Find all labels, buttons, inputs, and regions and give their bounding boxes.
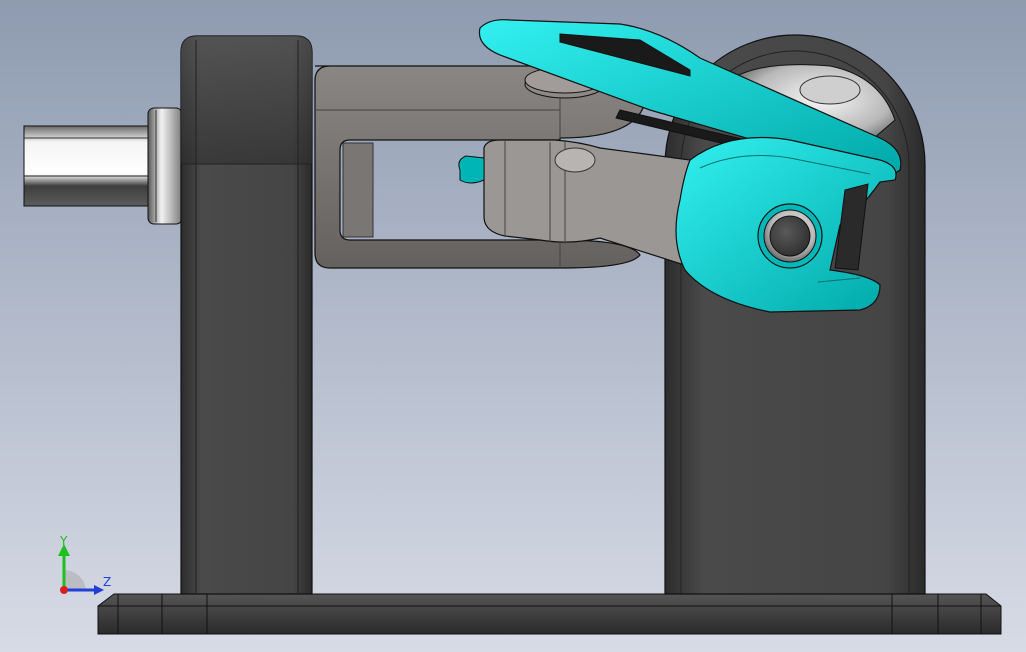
triad-x-axis-dot [60, 586, 68, 594]
model-view-canvas[interactable]: Y Z [0, 0, 1026, 652]
output-yoke-cyan[interactable] [675, 136, 897, 313]
base-plate[interactable] [97, 593, 1002, 635]
left-support-pillar[interactable] [180, 35, 313, 595]
graphics-viewport[interactable]: Y Z [0, 0, 1026, 652]
input-shaft[interactable] [23, 125, 153, 207]
triad-z-label: Z [103, 575, 111, 589]
shaft-collar[interactable] [147, 107, 183, 225]
triad-y-label: Y [59, 534, 68, 548]
